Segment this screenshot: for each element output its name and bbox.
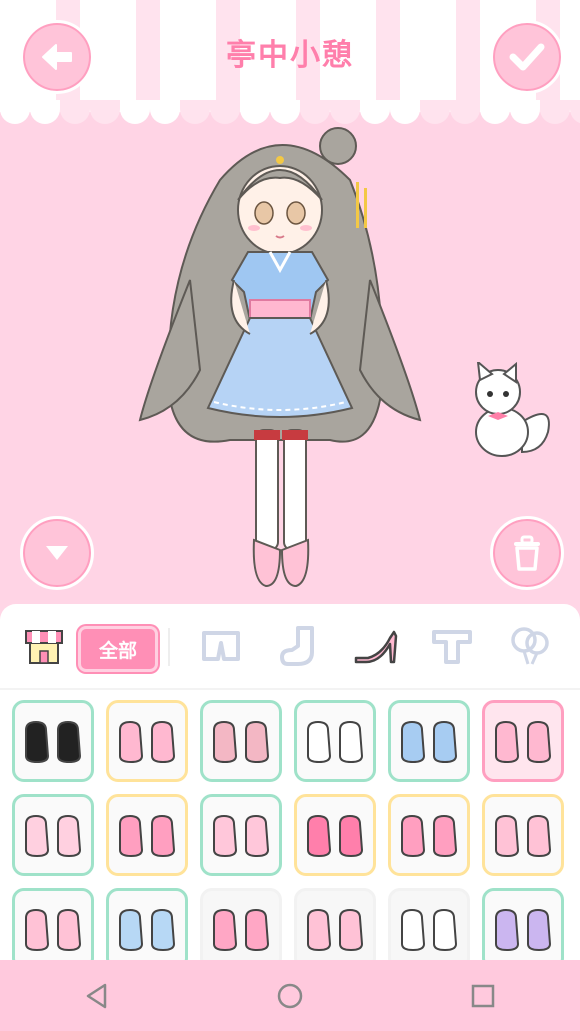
dressup-stage: 亭中小憩: [0, 0, 580, 600]
wardrobe-panel: 全部: [0, 604, 580, 960]
doll-character[interactable]: [130, 120, 430, 600]
system-nav-bar: [0, 960, 580, 1031]
shoe-item-pink-bow-boots[interactable]: [294, 794, 376, 876]
shoe-pair-icon: [401, 814, 458, 858]
shoe-pair-icon: [495, 908, 552, 952]
shoe-item-white-strap-sandals[interactable]: [388, 888, 470, 960]
page-title: 亭中小憩: [226, 38, 354, 73]
shoe-item-purple-lace-flats[interactable]: [482, 888, 564, 960]
tabs-divider: [0, 688, 580, 690]
scallop: [510, 100, 540, 124]
collapse-button[interactable]: [20, 516, 94, 590]
delete-button[interactable]: [490, 516, 564, 590]
home-circle-icon[interactable]: [276, 982, 304, 1010]
cat-pet[interactable]: [462, 362, 556, 464]
shoe-item-pink-bow-sandals[interactable]: [106, 794, 188, 876]
shoe-pair-icon: [213, 720, 270, 764]
shoe-item-bunny-pink-flats[interactable]: [482, 794, 564, 876]
shoe-pair-icon: [495, 720, 552, 764]
shoe-item-pink-mary-janes[interactable]: [200, 794, 282, 876]
shoe-pair-icon: [401, 720, 458, 764]
back-triangle-icon[interactable]: [83, 982, 111, 1010]
shoe-item-pink-flats[interactable]: [482, 700, 564, 782]
shoe-pair-icon: [119, 908, 176, 952]
scallop: [450, 100, 480, 124]
all-tab[interactable]: 全部: [78, 626, 158, 672]
triangle-down-icon: [46, 546, 68, 560]
shoe-item-cat-face-slippers[interactable]: [294, 700, 376, 782]
scallop: [570, 100, 580, 124]
back-button[interactable]: [20, 20, 94, 94]
tab-divider: [168, 628, 170, 666]
checkmark-icon: [509, 43, 545, 71]
shoe-item-blue-bunny-flats[interactable]: [106, 888, 188, 960]
scallop: [60, 100, 90, 124]
shoe-pair-icon: [25, 908, 82, 952]
shorts-icon[interactable]: [198, 624, 244, 668]
shoe-item-sneakers-pink[interactable]: [200, 700, 282, 782]
shoe-pair-icon: [119, 814, 176, 858]
shoe-pair-icon: [213, 814, 270, 858]
shoe-item-blue-sneakers[interactable]: [388, 700, 470, 782]
shoe-item-ribbon-socks-shoes[interactable]: [12, 794, 94, 876]
scallop: [0, 100, 30, 124]
trash-icon: [514, 535, 540, 571]
shoe-pair-icon: [307, 814, 364, 858]
shoe-item-bunny-black-white-shoes[interactable]: [106, 700, 188, 782]
shoe-pair-icon: [307, 720, 364, 764]
shirt-icon[interactable]: [430, 624, 474, 668]
shoe-item-black-boots[interactable]: [12, 700, 94, 782]
shoe-pair-icon: [401, 908, 458, 952]
recents-square-icon[interactable]: [469, 982, 497, 1010]
high-heel-icon[interactable]: [352, 624, 400, 668]
shoe-item-pink-lace-boots[interactable]: [388, 794, 470, 876]
scallop: [480, 100, 510, 124]
shoe-pair-icon: [25, 814, 82, 858]
shoe-item-pink-ballet-shoes[interactable]: [12, 888, 94, 960]
balloon-icon[interactable]: [508, 624, 552, 668]
shoe-pair-icon: [307, 908, 364, 952]
scallop: [30, 100, 60, 124]
shoe-pair-icon: [25, 720, 82, 764]
shoe-item-pig-slippers[interactable]: [294, 888, 376, 960]
shoe-pair-icon: [495, 814, 552, 858]
category-tabs: 全部: [0, 604, 580, 688]
sock-icon[interactable]: [276, 624, 320, 668]
confirm-button[interactable]: [490, 20, 564, 94]
shoe-item-pink-strap-shoes[interactable]: [200, 888, 282, 960]
shop-icon[interactable]: [22, 624, 66, 668]
scallop: [540, 100, 570, 124]
scallop: [90, 100, 120, 124]
back-arrow-icon: [42, 44, 72, 70]
shoe-pair-icon: [119, 720, 176, 764]
shoe-pair-icon: [213, 908, 270, 952]
